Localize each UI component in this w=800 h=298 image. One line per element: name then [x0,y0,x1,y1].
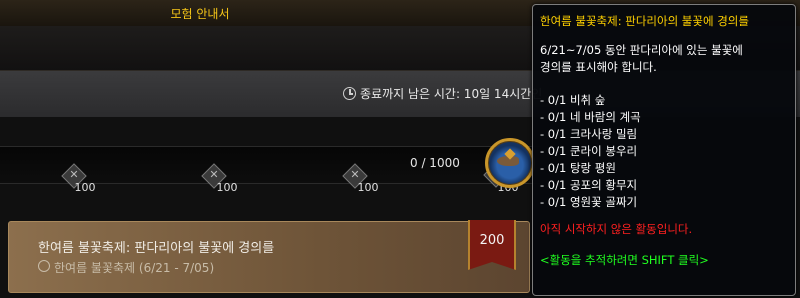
activity-title: 한여름 불꽃축제: 판다리아의 불꽃에 경의를 [38,241,275,256]
milestone-label: 100 [216,181,238,194]
reward-icon[interactable] [485,138,535,188]
tooltip-hint: <활동을 추적하려면 SHIFT 클릭> [540,253,709,267]
objective-item: - 0/1 크라사랑 밀림 [540,127,638,141]
event-icon [38,260,50,272]
activity-subtitle: 한여름 불꽃축제 (6/21 - 7/05) [54,261,215,275]
tooltip-description: 6/21~7/05 동안 판다리아에 있는 불꽃에 경의를 표시해야 합니다. [540,42,743,76]
activity-card[interactable] [8,221,530,293]
objective-item: - 0/1 영원꽃 골짜기 [540,195,638,209]
objective-item: - 0/1 공포의 황무지 [540,178,638,192]
tooltip-objectives: - 0/1 비취 숲 - 0/1 네 바람의 계곡 - 0/1 크라사랑 밀림 … [540,92,641,211]
window-title: 모험 안내서 [170,7,230,21]
remaining-time-text: 종료까지 남은 시간: 10일 14시간인 [360,87,543,101]
activity-points: 200 [479,233,505,248]
clock-icon [343,87,356,100]
milestone-label: 100 [357,181,379,194]
milestone-label: 100 [74,181,96,194]
objective-item: - 0/1 쿤라이 봉우리 [540,144,638,158]
objective-item: - 0/1 네 바람의 계곡 [540,110,641,124]
objective-item: - 0/1 비취 숲 [540,93,606,107]
tooltip-desc-line: 경의를 표시해야 합니다. [540,60,657,74]
tooltip-title: 한여름 불꽃축제: 판다리아의 불꽃에 경의를 [540,14,749,28]
tooltip-warning: 아직 시작하지 않은 활동입니다. [540,222,693,236]
objective-item: - 0/1 탕랑 평원 [540,161,616,175]
tooltip-desc-line: 6/21~7/05 동안 판다리아에 있는 불꽃에 [540,43,743,57]
progress-text: 0 / 1000 [410,156,460,170]
